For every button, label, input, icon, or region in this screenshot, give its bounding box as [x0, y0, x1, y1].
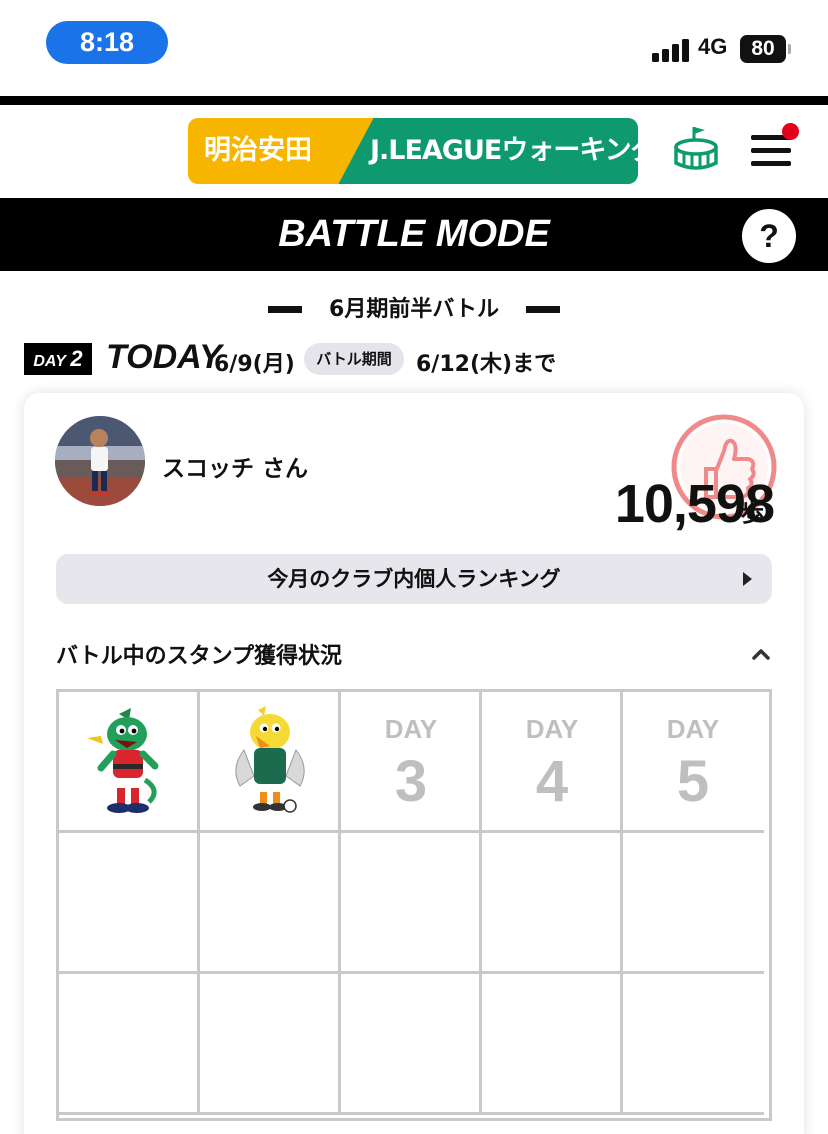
stamp-cell-empty	[59, 833, 200, 974]
period-dash-right	[526, 306, 560, 313]
stamp-cell-empty	[623, 974, 764, 1115]
day-cell-label: DAY	[525, 714, 579, 744]
club-ranking-label: 今月のクラブ内個人ランキング	[267, 567, 561, 591]
yellow-bird-mascot-icon	[235, 706, 305, 813]
battle-end-date: 6/12(木)まで	[416, 352, 557, 377]
stamp-cell-day-4: DAY 4	[482, 692, 623, 833]
day-cell-number: 3	[394, 749, 428, 814]
cell-signal-icon	[652, 38, 692, 62]
stamp-cell-day-1	[59, 692, 200, 833]
day-badge-prefix: DAY	[33, 353, 66, 370]
help-button[interactable]: ?	[742, 209, 796, 263]
day-cell-label: DAY	[384, 714, 438, 744]
status-time: 8:18	[46, 21, 168, 64]
chevron-up-icon[interactable]	[752, 645, 770, 663]
club-ranking-button[interactable]: 今月のクラブ内個人ランキング	[56, 554, 772, 604]
stamp-cell-empty	[200, 974, 341, 1115]
battle-mode-bar: BATTLE MODE ?	[0, 198, 828, 271]
day-cell-label: DAY	[666, 714, 720, 744]
battle-period-heading: 6月期前半バトル	[0, 288, 828, 328]
day-cell-number: 5	[676, 749, 710, 814]
notification-dot	[782, 123, 799, 140]
day-cell-number: 4	[535, 749, 569, 814]
stadium-icon[interactable]	[672, 123, 720, 175]
day-badge: DAY 2	[24, 343, 92, 375]
stamp-cell-empty	[482, 833, 623, 974]
stamp-cell-empty	[200, 833, 341, 974]
battle-period-label: 6月期前半バトル	[329, 297, 499, 322]
avatar[interactable]	[55, 416, 145, 506]
network-type: 4G	[698, 34, 728, 59]
user-name: スコッチ さん	[162, 456, 309, 482]
today-label: TODAY	[106, 338, 222, 376]
battle-period-chip: バトル期間	[304, 343, 404, 375]
stamp-cell-empty	[623, 833, 764, 974]
app-header: 明治安田 J.LEAGUEウォーキング	[0, 105, 828, 198]
logo-brand-text: J.LEAGUEウォーキング	[370, 135, 638, 166]
stamp-grid: DAY 3 DAY 4 DAY 5	[56, 689, 772, 1121]
app-logo[interactable]: 明治安田 J.LEAGUEウォーキング	[188, 118, 638, 184]
logo-sponsor-text: 明治安田	[204, 135, 312, 166]
top-divider	[0, 96, 828, 105]
day-info-row: DAY 2 TODAY 6/9(月) バトル期間 6/12(木)まで	[24, 338, 804, 380]
day-badge-number: 2	[70, 346, 83, 371]
stamp-cell-day-5: DAY 5	[623, 692, 764, 833]
stamp-cell-empty	[341, 974, 482, 1115]
today-date: 6/9(月)	[214, 352, 295, 377]
status-bar: 8:18 4G 80	[0, 0, 828, 96]
green-dragon-mascot-icon	[87, 708, 159, 813]
user-battle-card: スコッチ さん 10,598 歩 今月のクラブ内個人ランキング バトル中のスタン…	[24, 393, 804, 1134]
stamp-status-title: バトル中のスタンプ獲得状況	[56, 644, 343, 669]
menu-button[interactable]	[748, 123, 799, 175]
battle-mode-title: BATTLE MODE	[278, 213, 550, 255]
stamp-cell-empty	[482, 974, 623, 1115]
chevron-right-icon	[743, 572, 752, 586]
battery-icon: 80	[740, 35, 791, 63]
stamp-cell-empty	[59, 974, 200, 1115]
steps-unit: 歩	[740, 499, 764, 527]
stamp-cell-empty	[341, 833, 482, 974]
stamp-cell-day-2	[200, 692, 341, 833]
stamp-cell-day-3: DAY 3	[341, 692, 482, 833]
